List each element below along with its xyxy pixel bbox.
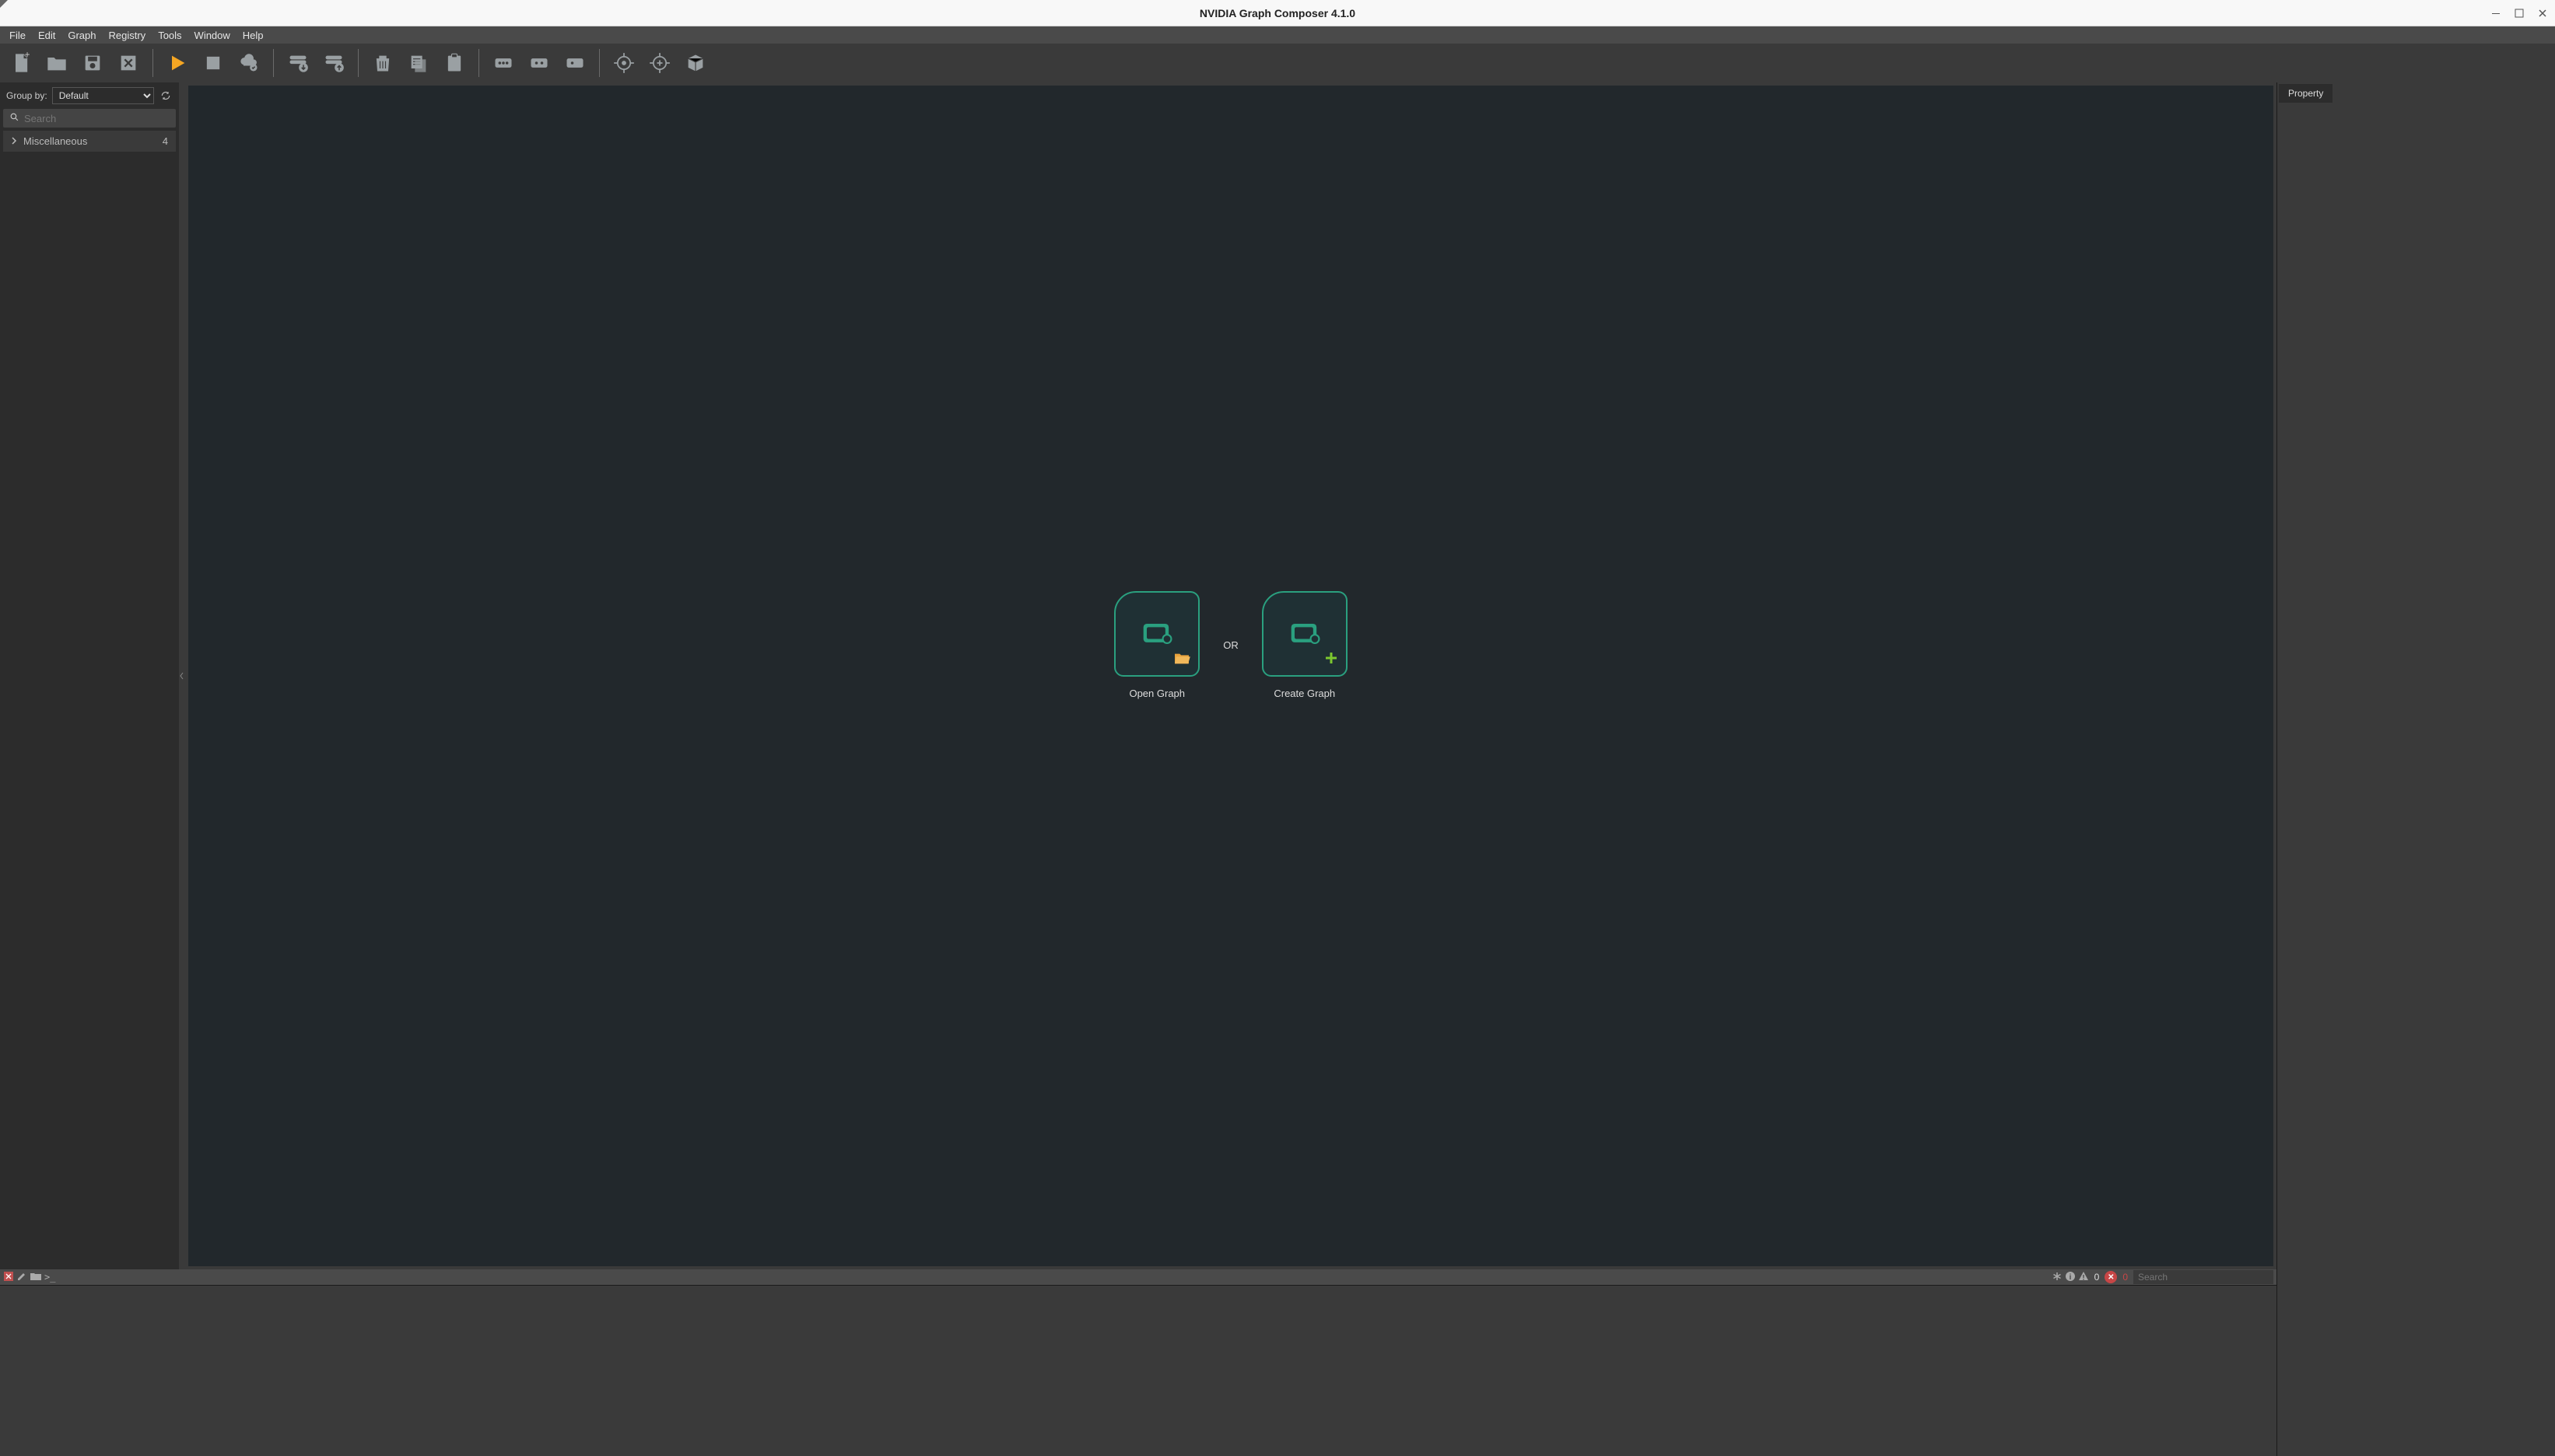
create-graph-tile[interactable] [1262, 591, 1348, 677]
toolbar-separator [358, 49, 359, 77]
tree-item-label: Miscellaneous [23, 135, 87, 147]
console-search-input[interactable] [2133, 1270, 2273, 1284]
plus-icon [1324, 651, 1338, 667]
title-bar: NVIDIA Graph Composer 4.1.0 [0, 0, 2555, 26]
container-download-icon[interactable] [283, 48, 313, 78]
menu-edit[interactable]: Edit [32, 28, 61, 43]
window-minimize-button[interactable] [2491, 9, 2501, 18]
warning-icon[interactable] [2078, 1271, 2089, 1284]
graph-node-icon [1285, 614, 1325, 654]
open-graph-tile[interactable] [1114, 591, 1200, 677]
warning-count: 0 [2094, 1272, 2100, 1283]
property-tab[interactable]: Property [2279, 84, 2332, 103]
menu-help[interactable]: Help [237, 28, 270, 43]
console-output[interactable] [0, 1285, 2276, 1456]
clear-console-icon[interactable] [3, 1271, 14, 1284]
save-icon[interactable] [78, 48, 107, 78]
svg-text:+: + [25, 52, 30, 60]
ellipsis-2-icon[interactable] [524, 48, 554, 78]
property-panel-lower [2276, 1269, 2555, 1456]
menu-graph[interactable]: Graph [61, 28, 102, 43]
menu-registry[interactable]: Registry [103, 28, 152, 43]
container-upload-icon[interactable] [319, 48, 349, 78]
console-folder-icon[interactable] [30, 1271, 42, 1284]
toolbar-separator [273, 49, 274, 77]
ellipsis-1-icon[interactable] [560, 48, 590, 78]
target-hollow-icon[interactable] [645, 48, 675, 78]
close-file-icon[interactable] [114, 48, 143, 78]
toolbar-separator [152, 49, 153, 77]
folder-open-icon [1173, 651, 1190, 667]
error-icon[interactable]: ✕ [2105, 1271, 2117, 1283]
window-maximize-button[interactable] [2515, 9, 2524, 18]
target-solid-icon[interactable] [609, 48, 639, 78]
toolbar-separator [478, 49, 479, 77]
toolbar-separator [599, 49, 600, 77]
bottom-dock: >_ i 0 ✕ 0 [0, 1269, 2555, 1456]
search-icon [9, 112, 19, 124]
chevron-right-icon [11, 135, 17, 147]
window-close-button[interactable] [2538, 9, 2547, 18]
cube-icon[interactable] [681, 48, 710, 78]
asterisk-icon[interactable] [2052, 1271, 2063, 1284]
stop-icon[interactable] [198, 48, 228, 78]
console-toolbar: >_ i 0 ✕ 0 [0, 1269, 2276, 1285]
toolbar: + [0, 44, 2555, 82]
play-icon[interactable] [163, 48, 192, 78]
tree-row-miscellaneous[interactable]: Miscellaneous 4 [3, 131, 176, 152]
group-by-label: Group by: [6, 90, 47, 101]
graph-canvas[interactable]: Open Graph OR Create Graph [188, 86, 2273, 1266]
palette-search-input[interactable] [24, 113, 170, 124]
edit-console-icon[interactable] [16, 1271, 27, 1284]
window-title: NVIDIA Graph Composer 4.1.0 [1200, 7, 1355, 19]
cloud-check-icon[interactable] [234, 48, 264, 78]
corner-grip-icon [0, 0, 8, 8]
paste-icon[interactable] [440, 48, 469, 78]
or-label: OR [1223, 639, 1239, 651]
menu-tools[interactable]: Tools [152, 28, 188, 43]
main-area: Group by: Default Miscellaneous 4 [0, 82, 2555, 1269]
console-prompt-icon[interactable]: >_ [44, 1272, 55, 1283]
splitter-handle[interactable] [179, 82, 185, 1269]
menu-bar: File Edit Graph Registry Tools Window He… [0, 26, 2555, 44]
svg-text:i: i [2069, 1273, 2071, 1282]
trash-icon[interactable] [368, 48, 398, 78]
copy-icon[interactable] [404, 48, 433, 78]
graph-node-icon [1137, 614, 1177, 654]
component-palette-panel: Group by: Default Miscellaneous 4 [0, 82, 179, 1269]
group-by-select[interactable]: Default [52, 87, 154, 104]
property-panel: Property [2276, 82, 2555, 1269]
error-count: 0 [2122, 1272, 2128, 1283]
open-graph-label: Open Graph [1129, 688, 1185, 699]
new-file-icon[interactable]: + [6, 48, 36, 78]
create-graph-label: Create Graph [1274, 688, 1335, 699]
menu-window[interactable]: Window [188, 28, 237, 43]
refresh-icon[interactable] [159, 89, 173, 103]
ellipsis-3-icon[interactable] [489, 48, 518, 78]
tree-item-count: 4 [163, 135, 168, 147]
info-icon[interactable]: i [2065, 1271, 2076, 1284]
open-folder-icon[interactable] [42, 48, 72, 78]
palette-search-row [3, 109, 176, 128]
menu-file[interactable]: File [3, 28, 32, 43]
